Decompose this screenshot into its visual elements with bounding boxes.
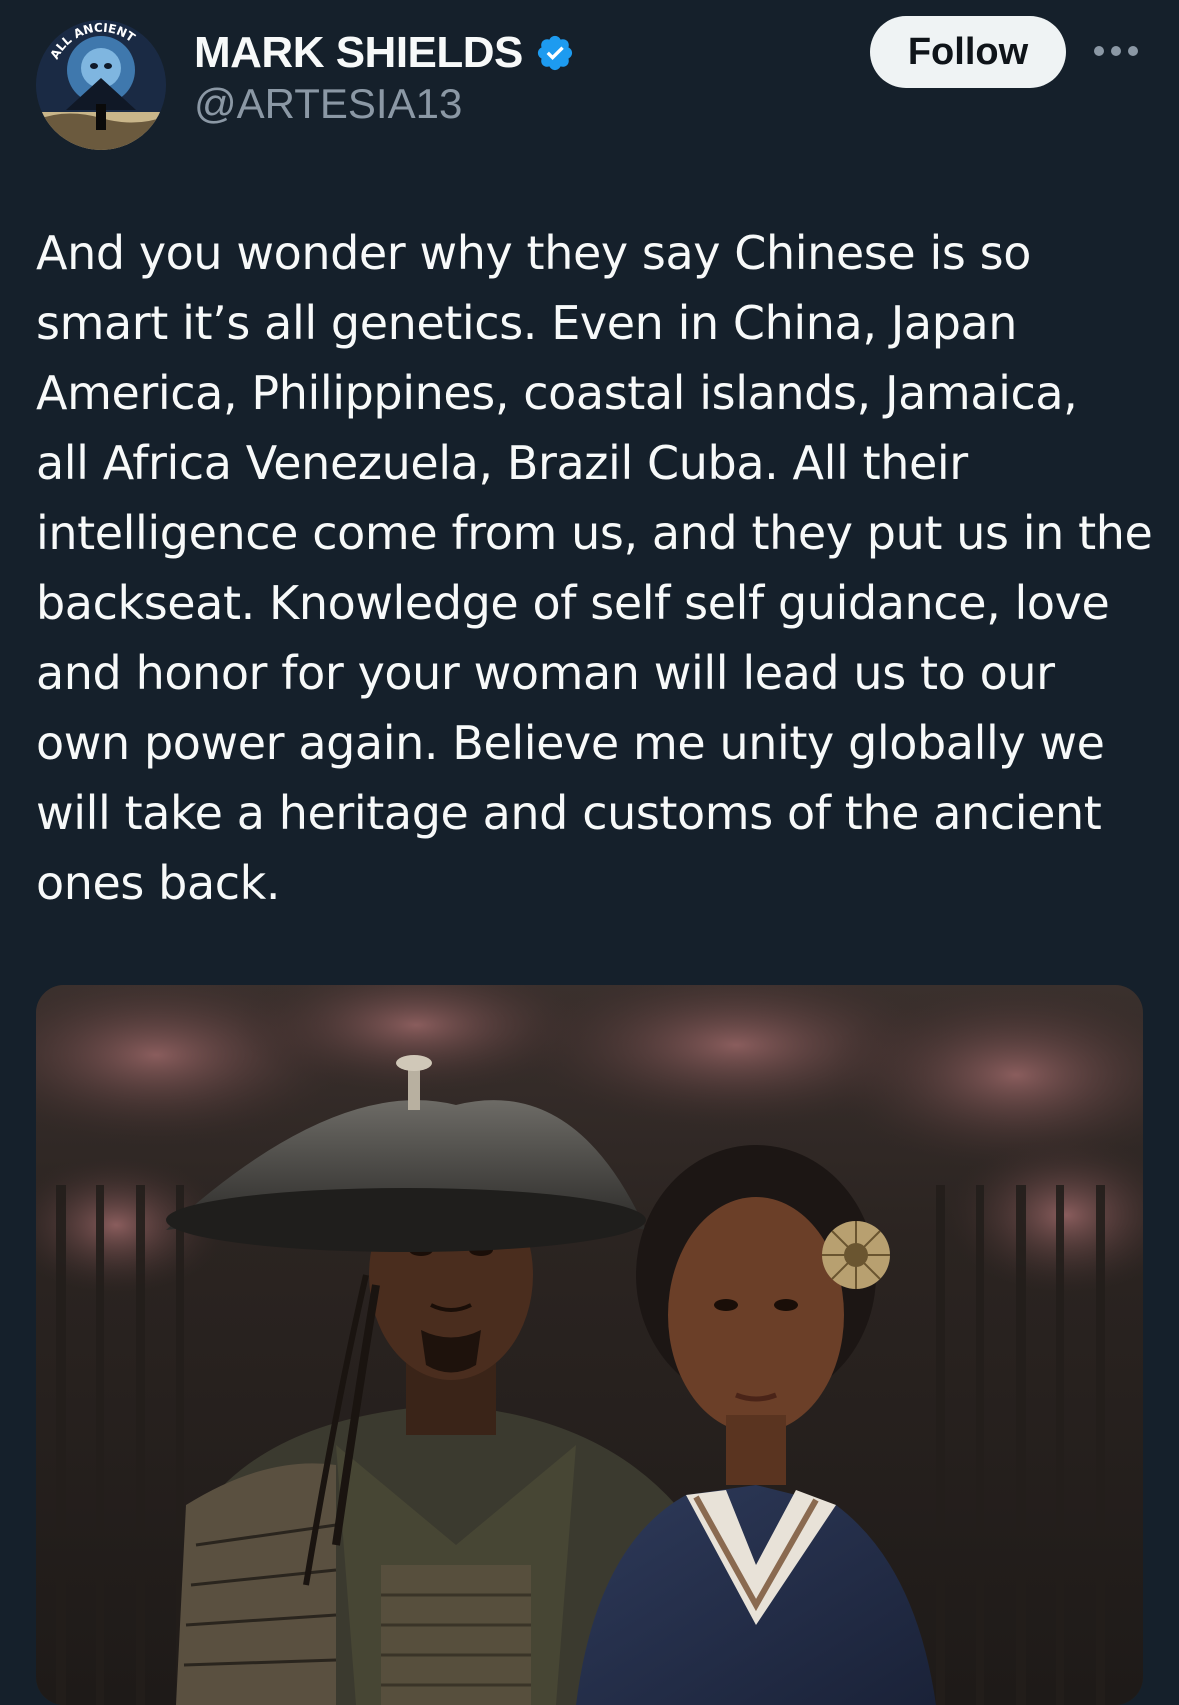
author-name-row: MARK SHIELDS	[194, 28, 575, 78]
author-handle[interactable]: @ARTESIA13	[194, 80, 462, 128]
tweet-media-image[interactable]	[36, 985, 1143, 1705]
media-photo	[36, 985, 1143, 1705]
follow-button[interactable]: Follow	[870, 16, 1066, 88]
author-name[interactable]: MARK SHIELDS	[194, 28, 523, 78]
avatar[interactable]: ALL ANCIENT	[36, 20, 166, 150]
more-horizontal-icon	[1094, 46, 1138, 56]
tweet-text: And you wonder why they say Chinese is s…	[36, 226, 1153, 910]
avatar-image: ALL ANCIENT	[36, 20, 166, 150]
tweet: ALL ANCIENT MARK SHIELDS @ARTESIA13 Foll…	[0, 0, 1179, 1705]
more-options-button[interactable]	[1090, 36, 1142, 66]
verified-badge-icon	[537, 35, 572, 71]
